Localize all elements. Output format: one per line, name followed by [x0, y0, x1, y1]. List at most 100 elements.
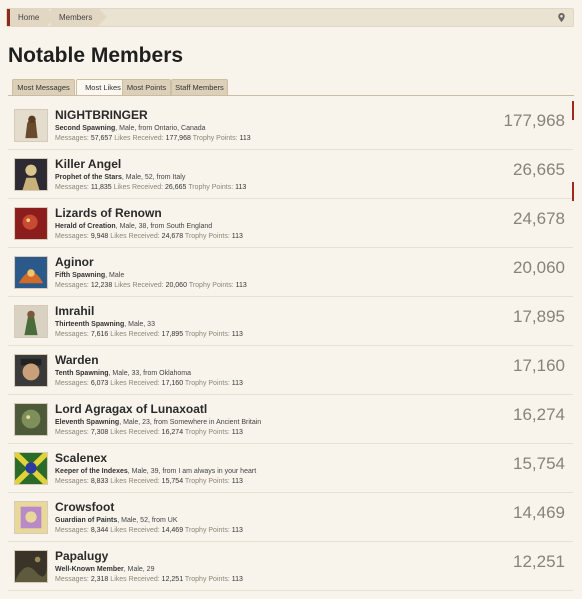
member-info: Prophet of the Stars, Male, 52, from Ita… — [55, 174, 185, 181]
member-title: Herald of Creation — [55, 223, 116, 230]
member-title: Guardian of Paints — [55, 517, 118, 524]
messages-label: Messages: — [55, 527, 89, 534]
trophy-value[interactable]: 113 — [232, 576, 243, 583]
member-name[interactable]: Lizards of Renown — [55, 206, 162, 220]
messages-value[interactable]: 12,238 — [91, 282, 112, 289]
avatar[interactable] — [14, 403, 48, 436]
member-details: , Male, 33 — [124, 321, 155, 328]
member-name[interactable]: Aginor — [55, 255, 94, 269]
member-info: Second Spawning, Male, from Ontario, Can… — [55, 125, 206, 132]
list-item: NIGHTBRINGER Second Spawning, Male, from… — [8, 101, 574, 150]
member-stats: Messages: 6,073 Likes Received: 17,160 T… — [55, 380, 243, 387]
member-details: , Male, 39, from I am always in your hea… — [127, 468, 257, 475]
member-stats: Messages: 2,318 Likes Received: 12,251 T… — [55, 576, 243, 583]
messages-value[interactable]: 6,073 — [91, 380, 109, 387]
trophy-label: Trophy Points: — [184, 331, 230, 338]
likes-label: Likes Received: — [110, 233, 160, 240]
avatar[interactable] — [14, 256, 48, 289]
avatar[interactable] — [14, 109, 48, 142]
page-title: Notable Members — [8, 44, 184, 67]
likes-label: Likes Received: — [110, 576, 160, 583]
member-title: Keeper of the Indexes — [55, 468, 128, 475]
member-name[interactable]: Imrahil — [55, 304, 94, 318]
member-info: Thirteenth Spawning, Male, 33 — [55, 321, 155, 328]
member-info: Tenth Spawning, Male, 33, from Oklahoma — [55, 370, 191, 377]
trophy-label: Trophy Points: — [184, 429, 230, 436]
trophy-value[interactable]: 113 — [236, 282, 247, 289]
messages-value[interactable]: 9,948 — [91, 233, 109, 240]
member-stats: Messages: 11,835 Likes Received: 26,665 … — [55, 184, 246, 191]
likes-count: 24,678 — [513, 209, 565, 228]
member-title: Thirteenth Spawning — [55, 321, 125, 328]
trophy-label: Trophy Points: — [188, 282, 234, 289]
member-info: Guardian of Paints, Male, 52, from UK — [55, 517, 178, 524]
trophy-label: Trophy Points: — [184, 380, 230, 387]
trophy-value[interactable]: 113 — [232, 527, 243, 534]
messages-label: Messages: — [55, 282, 89, 289]
trophy-value[interactable]: 113 — [232, 429, 243, 436]
avatar[interactable] — [14, 207, 48, 240]
breadcrumb-members-link[interactable]: Members — [51, 9, 107, 26]
member-title: Fifth Spawning — [55, 272, 106, 279]
trophy-value[interactable]: 113 — [232, 331, 243, 338]
messages-value[interactable]: 57,657 — [91, 135, 112, 142]
member-name[interactable]: Scalenex — [55, 451, 107, 465]
messages-label: Messages: — [55, 429, 89, 436]
likes-count: 17,895 — [513, 307, 565, 326]
tab-most-points[interactable]: Most Points — [122, 79, 171, 95]
avatar[interactable] — [14, 550, 48, 583]
likes-count: 20,060 — [513, 258, 565, 277]
trophy-value[interactable]: 113 — [232, 478, 243, 485]
likes-label: Likes Received: — [110, 331, 160, 338]
trophy-label: Trophy Points: — [184, 527, 230, 534]
breadcrumb-home-link[interactable]: Home — [10, 9, 56, 26]
trophy-value[interactable]: 113 — [232, 380, 243, 387]
member-details: , Male, 33, from Oklahoma — [108, 370, 192, 377]
tab-most-messages[interactable]: Most Messages — [12, 79, 75, 95]
messages-value[interactable]: 7,308 — [91, 429, 109, 436]
messages-label: Messages: — [55, 331, 89, 338]
member-name[interactable]: Papalugy — [55, 549, 108, 563]
member-name[interactable]: NIGHTBRINGER — [55, 108, 148, 122]
breadcrumb: Home Members — [6, 8, 574, 27]
list-item: Warden Tenth Spawning, Male, 33, from Ok… — [8, 346, 573, 395]
member-stats: Messages: 12,238 Likes Received: 20,060 … — [55, 282, 247, 289]
messages-value[interactable]: 7,616 — [91, 331, 109, 338]
messages-value[interactable]: 8,833 — [91, 478, 109, 485]
member-stats: Messages: 57,657 Likes Received: 177,968… — [55, 135, 251, 142]
likes-value: 14,469 — [161, 527, 184, 534]
avatar[interactable] — [14, 501, 48, 534]
member-name[interactable]: Lord Agragax of Lunaxoatl — [55, 402, 207, 416]
list-item: Lizards of Renown Herald of Creation, Ma… — [8, 199, 573, 248]
likes-count: 17,160 — [513, 356, 565, 375]
messages-value[interactable]: 11,835 — [91, 184, 112, 191]
likes-value: 16,274 — [161, 429, 184, 436]
messages-label: Messages: — [55, 233, 89, 240]
avatar[interactable] — [14, 452, 48, 485]
map-pin-icon[interactable] — [558, 13, 565, 22]
trophy-label: Trophy Points: — [184, 478, 230, 485]
list-item: Crowsfoot Guardian of Paints, Male, 52, … — [8, 493, 573, 542]
avatar[interactable] — [14, 354, 48, 387]
likes-label: Likes Received: — [113, 184, 164, 191]
member-name[interactable]: Crowsfoot — [55, 500, 114, 514]
likes-value: 177,968 — [165, 135, 191, 142]
member-name[interactable]: Killer Angel — [55, 157, 121, 171]
likes-value: 12,251 — [161, 576, 184, 583]
member-details: , Male, 38, from South England — [115, 223, 213, 230]
avatar[interactable] — [14, 158, 48, 191]
member-info: Fifth Spawning, Male — [55, 272, 124, 279]
trophy-value[interactable]: 113 — [235, 184, 246, 191]
trophy-value[interactable]: 113 — [240, 135, 251, 142]
messages-value[interactable]: 8,344 — [91, 527, 109, 534]
likes-count: 26,665 — [513, 160, 565, 179]
avatar[interactable] — [14, 305, 48, 338]
trophy-value[interactable]: 113 — [232, 233, 243, 240]
tab-staff-members[interactable]: Staff Members — [171, 79, 228, 95]
member-details: , Male — [105, 272, 125, 279]
list-item: Lord Agragax of Lunaxoatl Eleventh Spawn… — [8, 395, 573, 444]
messages-value[interactable]: 2,318 — [91, 576, 109, 583]
messages-label: Messages: — [55, 380, 89, 387]
member-name[interactable]: Warden — [55, 353, 99, 367]
member-info: Keeper of the Indexes, Male, 39, from I … — [55, 468, 256, 475]
